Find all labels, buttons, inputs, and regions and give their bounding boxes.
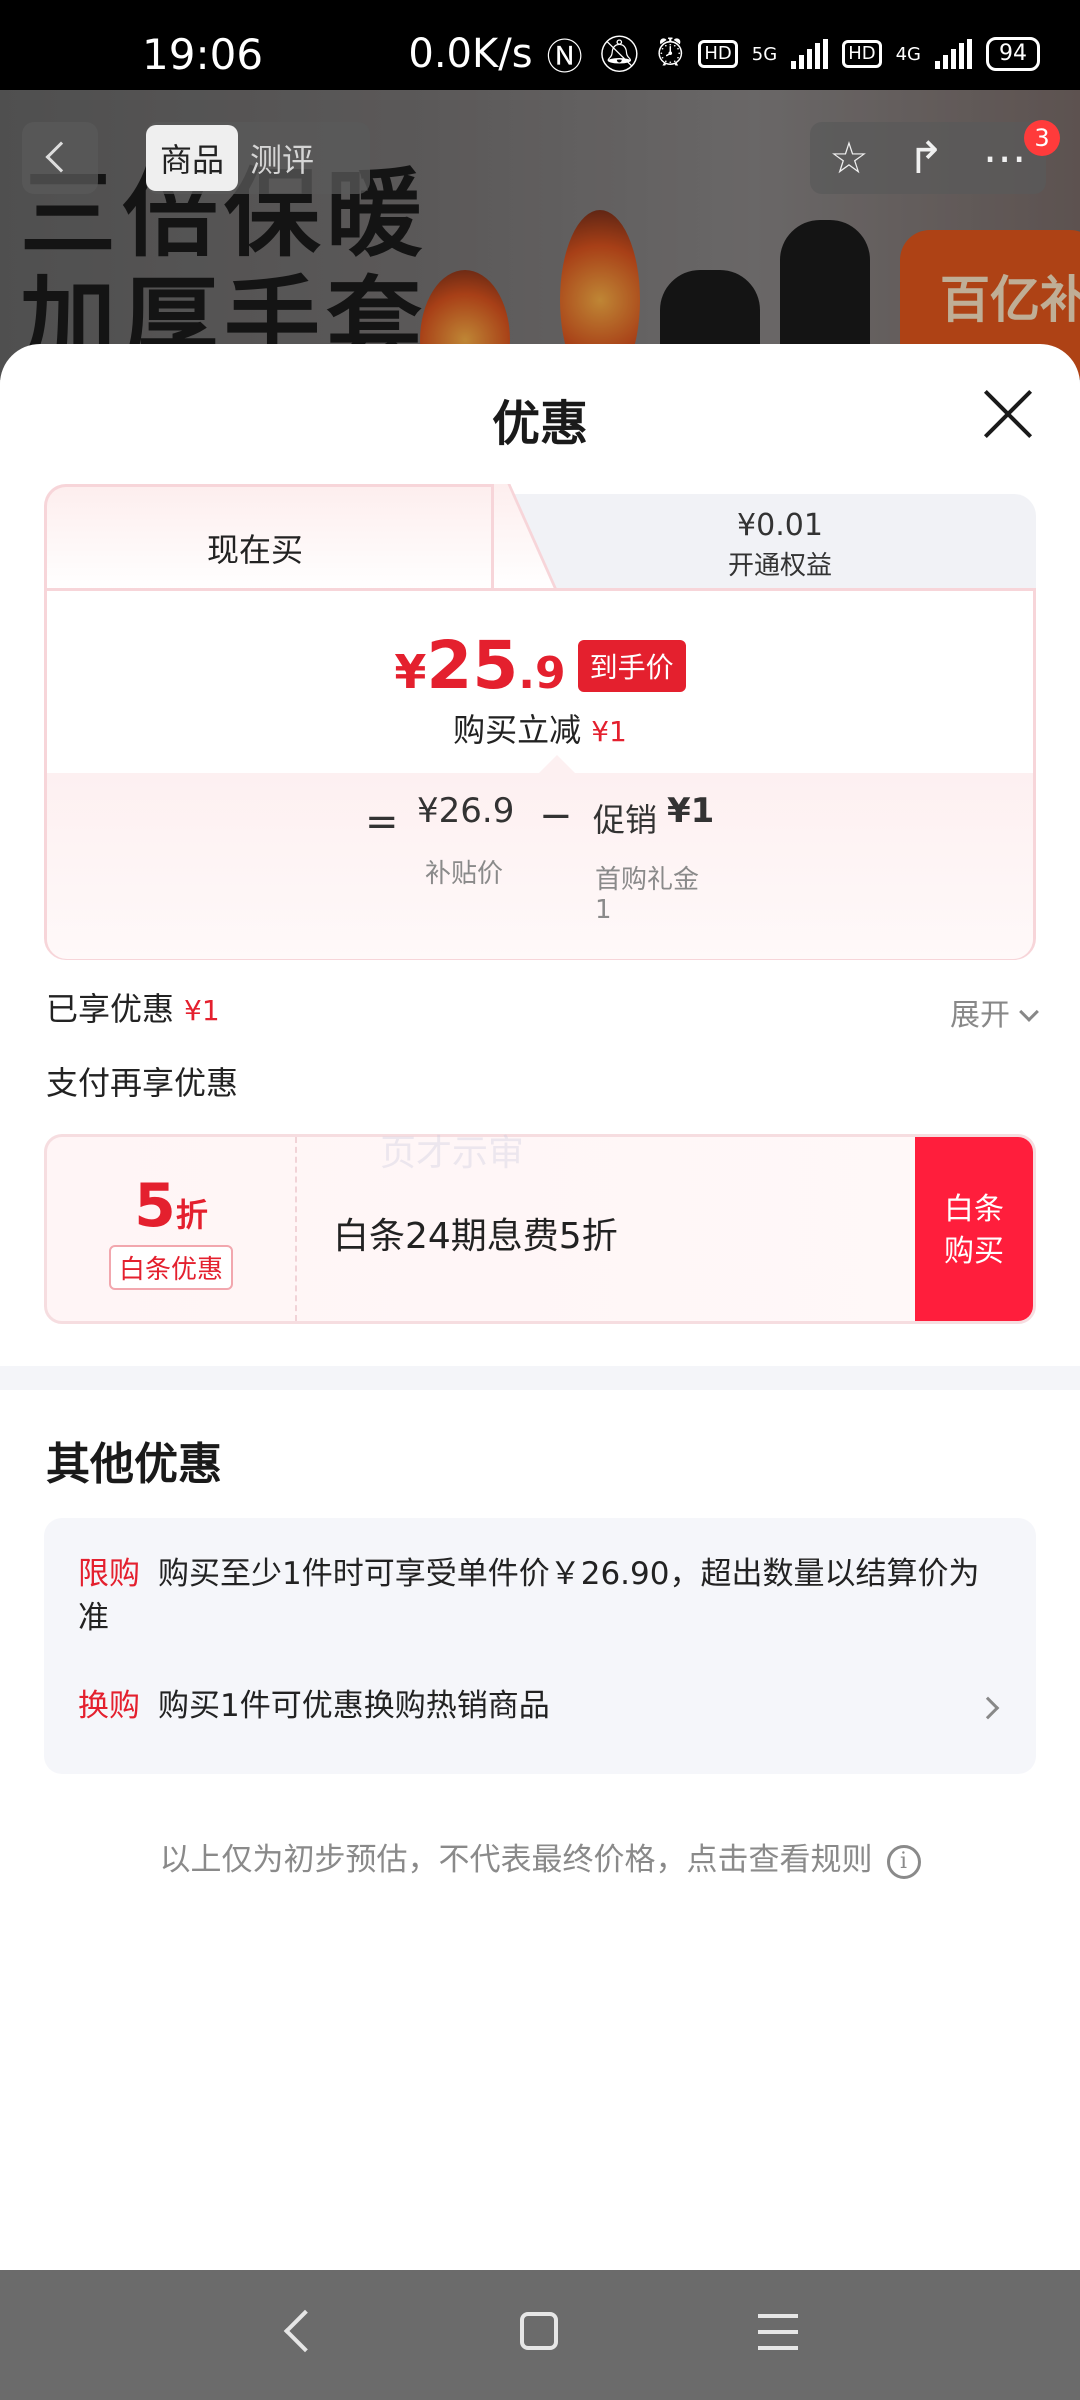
final-price-row: ¥25.9 到手价 [47, 627, 1033, 704]
limit-purchase-row: 限购 购买至少1件时可享受单件价￥26.90，超出数量以结算价为准 [78, 1552, 998, 1640]
discount-sheet: 优惠 ¥0.01 开通权益 现在买 ¥25.9 到手价 购买立减 ¥1 = ¥26.… [0, 344, 1080, 2270]
other-discounts-box: 限购 购买至少1件时可享受单件价￥26.90，超出数量以结算价为准 换购 购买1件可… [44, 1518, 1036, 1774]
alt-price: ¥0.01 [737, 508, 823, 543]
share-icon[interactable]: ↱ [907, 133, 944, 184]
alt-label: 开通权益 [727, 551, 832, 581]
other-discounts-title: 其他优惠 [46, 1439, 222, 1490]
chevron-down-icon [1019, 1002, 1039, 1022]
status-time: 19:06 [142, 30, 264, 79]
equals-sign: = [365, 799, 399, 845]
alarm-icon: ⏰︎ [656, 33, 685, 74]
section-divider [0, 1366, 1080, 1390]
tab-buy-now[interactable]: 现在买 [44, 484, 494, 590]
star-icon[interactable]: ☆ [829, 133, 868, 184]
watermark: 页才示审 [380, 1133, 525, 1174]
nav-back-icon[interactable] [283, 2309, 327, 2353]
hd-icon-2: HD [842, 40, 882, 68]
promo-sub-value: 1 [595, 895, 612, 925]
info-icon[interactable]: i [886, 1844, 921, 1879]
promo-label: 促销 [593, 801, 658, 839]
final-price: ¥25.9 [394, 627, 566, 704]
baitiao-discount: 5折 白条优惠 [47, 1137, 297, 1321]
disclaimer[interactable]: 以上仅为初步预估，不代表最终价格，点击查看规则 i [0, 1834, 1080, 1879]
pay-more-label: 支付再享优惠 [46, 1064, 239, 1102]
disclaimer-text: 以上仅为初步预估，不代表最终价格，点击查看规则 [159, 1842, 873, 1878]
signal-icon-2 [935, 39, 972, 69]
system-nav-bar [0, 2270, 1080, 2400]
limit-purchase-text: 购买至少1件时可享受单件价￥26.90，超出数量以结算价为准 [78, 1556, 980, 1636]
mute-icon: 🔕︎ [596, 34, 643, 75]
expand-label: 展开 [950, 998, 1010, 1033]
baitiao-card: 5折 白条优惠 白条24期息费5折 白条 购买 [44, 1134, 1036, 1324]
final-price-tag: 到手价 [577, 639, 686, 692]
notification-badge: 3 [1024, 120, 1060, 156]
tab-review[interactable]: 测评 [238, 135, 326, 181]
sheet-title: 优惠 [491, 396, 588, 452]
subsidy-value: ¥26.9 [417, 791, 515, 831]
net-speed: 0.0K/s [408, 31, 533, 77]
nav-home-icon[interactable] [520, 2312, 558, 2350]
price-breakdown: = ¥26.9 补贴价 − 促销 ¥1 首购礼金 1 [47, 773, 1033, 959]
chevron-left-icon [45, 141, 77, 173]
header-actions: ☆ ↱ ⋯ [810, 122, 1046, 194]
promo-sub-label: 首购礼金 [595, 865, 700, 895]
more-icon[interactable]: ⋯ [983, 133, 1027, 184]
baitiao-buy-button[interactable]: 白条 购买 [915, 1137, 1033, 1321]
enjoyed-label: 已享优惠 [46, 990, 175, 1028]
tab-goods[interactable]: 商品 [146, 125, 239, 191]
back-button[interactable] [22, 122, 98, 194]
close-icon[interactable] [982, 388, 1034, 440]
reduce-row: 购买立减 ¥1 [47, 705, 1033, 751]
exchange-purchase-text: 购买1件可优惠换购热销商品 [158, 1688, 550, 1724]
battery-icon: 94 [986, 37, 1040, 71]
reduce-amount: ¥1 [591, 715, 627, 748]
promo-value: ¥1 [667, 791, 715, 831]
expand-button[interactable]: 展开 [950, 990, 1039, 1034]
price-card-body: ¥25.9 到手价 购买立减 ¥1 = ¥26.9 补贴价 − 促销 ¥1 首购礼金… [44, 588, 1036, 960]
baitiao-discount-value: 5折 [134, 1171, 208, 1241]
reduce-label: 购买立减 [453, 711, 582, 749]
tab-open-benefits[interactable]: ¥0.01 开通权益 [484, 494, 1036, 590]
header-tabs: 商品 测评 [146, 122, 370, 194]
price-card: ¥0.01 开通权益 现在买 ¥25.9 到手价 购买立减 ¥1 = ¥26.9 补… [44, 484, 1036, 960]
minus-sign: − [539, 793, 573, 839]
exchange-purchase-row[interactable]: 换购 购买1件可优惠换购热销商品 [78, 1684, 998, 1728]
signal-icon [791, 39, 829, 69]
baitiao-text: 白条24期息费5折 [333, 1216, 618, 1257]
subsidy-label: 补贴价 [425, 859, 504, 889]
enjoyed-amount: ¥1 [184, 994, 220, 1027]
status-icons: 0.0K/s Ⓝ 🔕︎ ⏰︎ HD 5G HD 4G 94 [408, 28, 1040, 80]
baitiao-tag: 白条优惠 [108, 1245, 233, 1290]
enjoyed-discount: 已享优惠 ¥1 [46, 984, 220, 1030]
exchange-purchase-tag: 换购 [78, 1688, 140, 1724]
net-4g: 4G [895, 43, 921, 65]
net-5g: 5G [751, 43, 778, 65]
breakdown-pointer [539, 755, 575, 773]
nfc-icon: Ⓝ [546, 37, 583, 78]
limit-purchase-tag: 限购 [78, 1556, 140, 1592]
nav-menu-icon[interactable] [758, 2314, 798, 2350]
hd-icon: HD [698, 40, 738, 68]
